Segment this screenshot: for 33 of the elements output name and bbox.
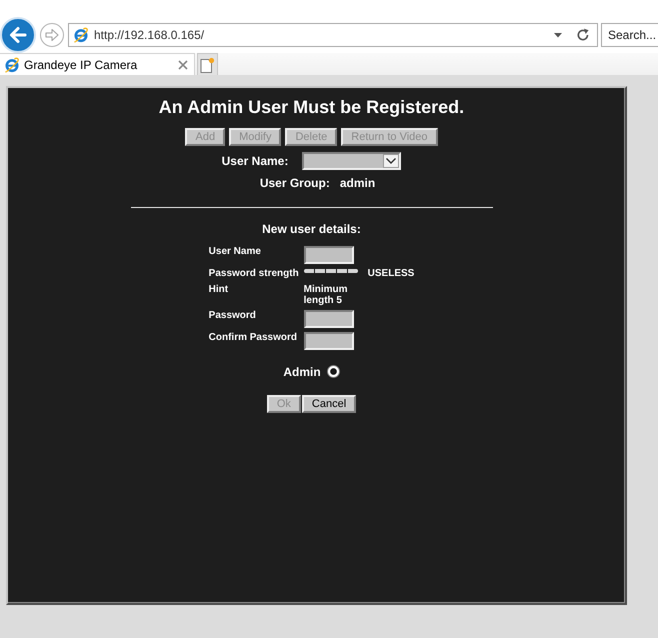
search-field[interactable]: Search... xyxy=(601,23,658,47)
radio-button[interactable] xyxy=(326,364,340,378)
field-label: Password xyxy=(208,310,257,323)
browser-logo-icon xyxy=(73,27,89,43)
page-title: An Admin User Must be Registered. xyxy=(158,96,464,118)
close-tab-button[interactable] xyxy=(176,58,190,72)
arrow-left-icon xyxy=(8,25,28,45)
arrow-right-icon xyxy=(45,28,59,42)
new-tab-button[interactable] xyxy=(197,53,218,75)
input-field[interactable] xyxy=(304,332,354,350)
field-label: Confirm Password xyxy=(208,332,298,345)
field-label: User Group: xyxy=(260,176,330,190)
address-bar[interactable]: http://192.168.0.165/ xyxy=(68,23,598,47)
section-heading: New user details: xyxy=(262,222,361,236)
input-field[interactable] xyxy=(304,310,354,328)
url-text: http://192.168.0.165/ xyxy=(94,28,206,42)
close-icon xyxy=(178,60,188,70)
field-label: Password strength xyxy=(208,268,300,280)
browser-tab[interactable]: Grandeye IP Camera xyxy=(0,53,195,75)
input-field[interactable] xyxy=(304,246,354,264)
user-group-value: admin xyxy=(340,176,376,190)
radio-label: Admin xyxy=(283,365,321,379)
field-label: Hint xyxy=(208,284,230,297)
field-label: User Name xyxy=(208,246,262,259)
cancel-button[interactable]: Cancel xyxy=(302,395,356,413)
dropdown-caret-icon[interactable] xyxy=(554,32,562,38)
strength-reading: USELESS xyxy=(368,268,414,279)
field-label: User Name: xyxy=(222,154,288,168)
browser-logo-icon xyxy=(4,56,20,72)
hint-text: Minimum length 5 xyxy=(304,284,349,306)
new-page-icon xyxy=(200,56,215,72)
back-button[interactable] xyxy=(0,17,36,53)
refresh-icon[interactable] xyxy=(576,28,590,42)
